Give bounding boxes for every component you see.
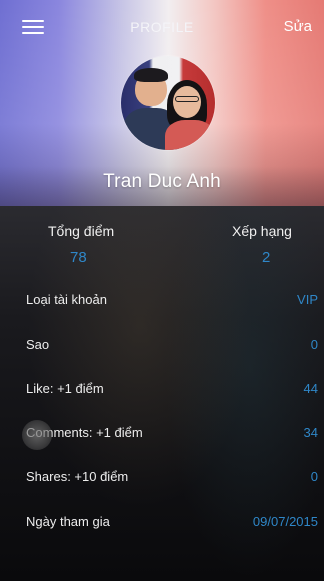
edit-button[interactable]: Sửa (284, 18, 312, 35)
detail-label: Shares: +10 điểm (26, 469, 129, 484)
detail-row-account-type: Loại tài khoản VIP (0, 286, 324, 316)
total-points-value: 78 (70, 249, 87, 266)
detail-value: 44 (303, 381, 318, 396)
detail-value: 0 (310, 469, 318, 484)
detail-value: 0 (310, 337, 318, 352)
detail-value: VIP (297, 292, 318, 307)
avatar[interactable] (121, 56, 215, 150)
detail-row-likes: Like: +1 điểm 44 (0, 375, 324, 405)
touch-indicator (22, 420, 52, 450)
detail-label: Like: +1 điểm (26, 381, 104, 396)
page-title: PROFILE (130, 19, 194, 35)
detail-row-shares: Shares: +10 điểm 0 (0, 463, 324, 493)
detail-row-stars: Sao 0 (0, 331, 324, 361)
profile-screen: PROFILE Sửa Tran Duc Anh Tổng điểm 78 Xế… (0, 0, 324, 581)
rank-label: Xếp hạng (232, 223, 292, 239)
rank-value: 2 (262, 249, 271, 266)
detail-label: Loại tài khoản (26, 292, 107, 307)
detail-label: Sao (26, 337, 50, 352)
total-points-label: Tổng điểm (48, 223, 115, 239)
profile-name: Tran Duc Anh (103, 171, 221, 192)
detail-label: Ngày tham gia (26, 514, 110, 529)
detail-value: 09/07/2015 (252, 514, 318, 529)
detail-row-join-date: Ngày tham gia 09/07/2015 (0, 508, 324, 538)
detail-value: 34 (303, 425, 318, 440)
